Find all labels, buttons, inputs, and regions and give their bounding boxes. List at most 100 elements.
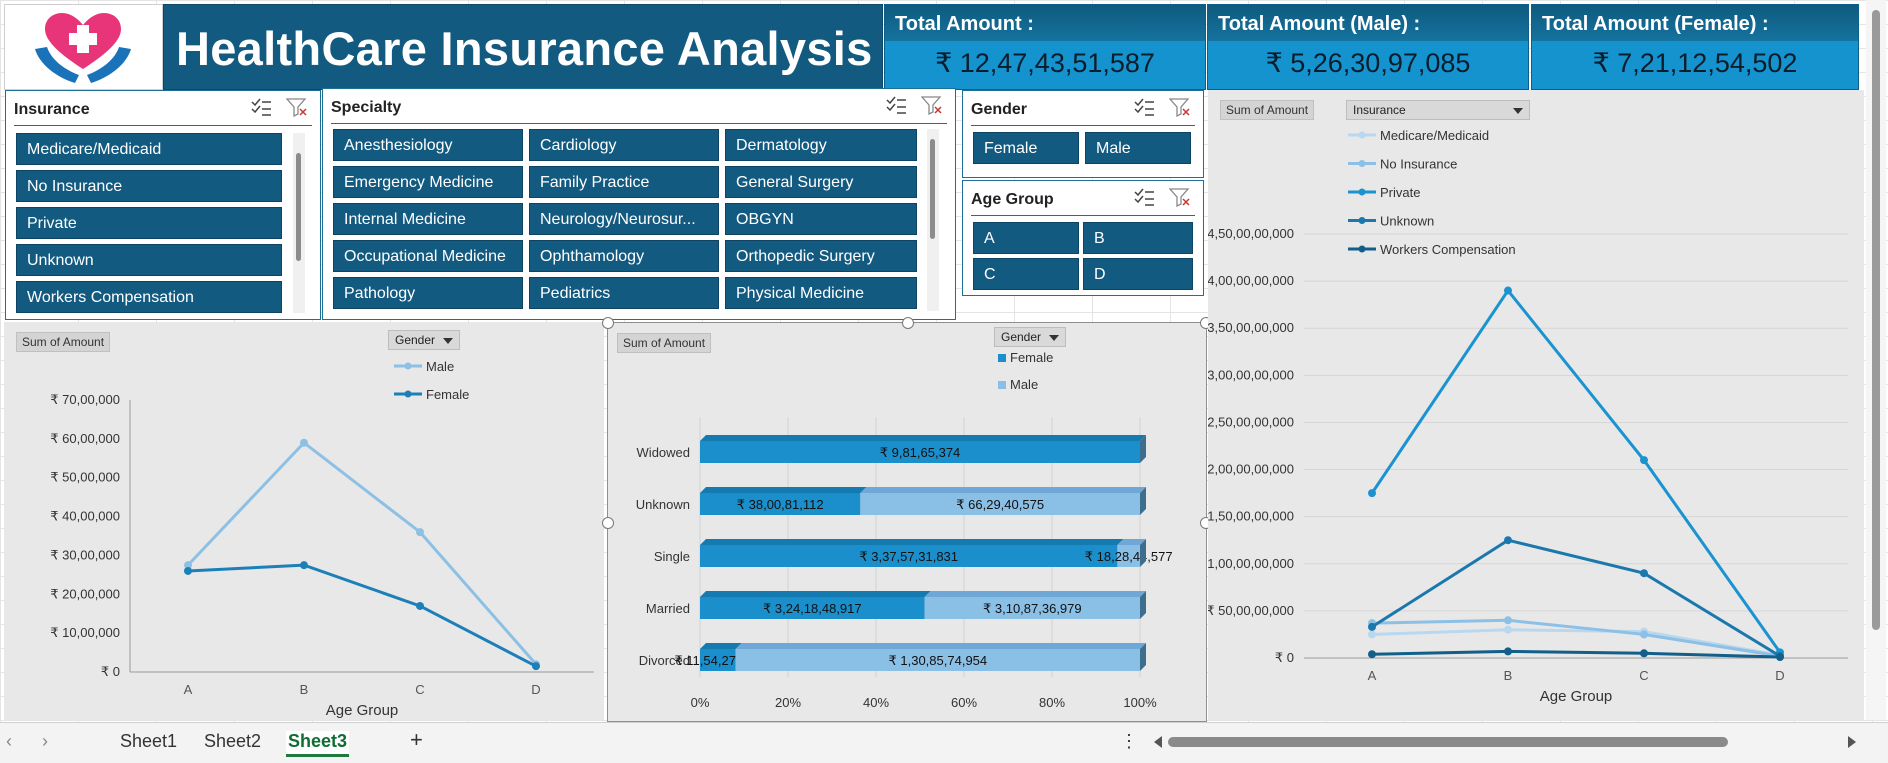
slicer-item-male[interactable]: Male (1085, 132, 1191, 164)
horizontal-scrollbar[interactable] (1150, 733, 1860, 751)
data-label: ₹ 3,10,87,36,979 (983, 601, 1082, 616)
slicer-item-unknown[interactable]: Unknown (16, 244, 282, 276)
y-tick-label: ₹ 4,50,00,00,000 (1208, 226, 1294, 241)
slicer-item-specialty[interactable]: Anesthesiology (333, 129, 523, 161)
legend-swatch (998, 354, 1006, 362)
age-group-slicer[interactable]: Age Group A B C D (962, 180, 1204, 296)
slicer-item-female[interactable]: Female (973, 132, 1079, 164)
slicer-item-specialty[interactable]: Physical Medicine (725, 277, 917, 309)
y-tick-label: ₹ 1,50,00,00,000 (1208, 509, 1294, 524)
slicer-scrollbar[interactable] (927, 129, 939, 311)
add-sheet-button[interactable]: + (410, 727, 423, 753)
x-axis-title: Age Group (1540, 688, 1613, 705)
tab-sheet1[interactable]: Sheet1 (120, 731, 177, 752)
vertical-scroll-thumb[interactable] (1872, 10, 1880, 630)
marital-status-bar-chart[interactable]: Sum of Amount Gender 0% 20% 40% 60% 80% 100% W… (602, 317, 1212, 722)
data-point (184, 566, 192, 575)
y-tick-label: ₹ 4,00,00,00,000 (1208, 273, 1294, 288)
more-options-icon[interactable]: ⋮ (1120, 731, 1138, 752)
bar-top (700, 487, 867, 493)
kpi-total-amount: Total Amount : ₹ 12,47,43,51,587 (884, 4, 1206, 90)
slicer-item-age-c[interactable]: C (973, 258, 1079, 290)
slicer-item-specialty[interactable]: Occupational Medicine (333, 240, 523, 272)
category-label: Married (646, 601, 690, 616)
slicer-item-age-a[interactable]: A (973, 222, 1079, 254)
multi-select-icon[interactable] (1133, 187, 1155, 207)
data-label: ₹ 1,30,85,74,954 (889, 653, 988, 668)
clear-filter-icon[interactable] (285, 97, 308, 118)
slicer-item-age-d[interactable]: D (1083, 258, 1193, 290)
x-tick-label: C (1639, 668, 1648, 683)
clear-filter-icon[interactable] (1168, 187, 1191, 208)
slicer-item-workers-comp[interactable]: Workers Compensation (16, 281, 282, 313)
legend-label: Female (426, 387, 469, 402)
data-point (1640, 630, 1648, 639)
clear-filter-icon[interactable] (920, 95, 943, 116)
legend-marker (404, 390, 412, 398)
data-label: ₹ 3,24,18,48,917 (763, 601, 862, 616)
slicer-item-specialty[interactable]: OBGYN (725, 203, 917, 235)
insurance-line-chart[interactable]: Sum of Amount Insurance ₹ 0 ₹ 50,00,00,00… (1208, 90, 1864, 720)
slicer-scrollbar[interactable] (293, 133, 305, 313)
resize-handle[interactable] (602, 517, 614, 529)
data-point (1504, 647, 1512, 656)
resize-handle[interactable] (602, 317, 614, 329)
x-tick-label: D (531, 682, 540, 697)
tab-sheet3[interactable]: Sheet3 (286, 731, 350, 757)
legend-label: Male (1010, 377, 1038, 392)
data-point (1504, 625, 1512, 634)
gender-line-chart[interactable]: Sum of Amount Gender ₹ 0 ₹ 10,00,000 ₹ 20,… (4, 322, 604, 720)
slicer-item-specialty[interactable]: Ophthamology (529, 240, 719, 272)
category-label: Unknown (636, 497, 690, 512)
tab-sheet2[interactable]: Sheet2 (204, 731, 261, 752)
vertical-scrollbar[interactable] (1866, 0, 1886, 720)
legend-marker (1358, 217, 1366, 224)
slicer-item-specialty[interactable]: Internal Medicine (333, 203, 523, 235)
resize-handle[interactable] (902, 317, 914, 329)
slicer-item-specialty[interactable]: Pediatrics (529, 277, 719, 309)
slicer-item-age-b[interactable]: B (1083, 222, 1193, 254)
slicer-item-specialty[interactable]: Emergency Medicine (333, 166, 523, 198)
chart-plot: ₹ 0 ₹ 10,00,000 ₹ 20,00,000 ₹ 30,00,000 ₹ 40… (50, 359, 594, 719)
data-point (1504, 286, 1512, 295)
legend-marker (1358, 245, 1366, 253)
slicer-item-private[interactable]: Private (16, 207, 282, 239)
data-point (1368, 489, 1376, 498)
logo (4, 4, 163, 90)
slicer-item-specialty[interactable]: Neurology/Neurosur... (529, 203, 719, 235)
kpi-value: ₹ 12,47,43,51,587 (935, 48, 1155, 78)
x-tick-label: C (415, 682, 424, 697)
slicer-item-specialty[interactable]: Pathology (333, 277, 523, 309)
slicer-title: Specialty (331, 99, 402, 116)
legend-label: Female (1010, 350, 1053, 365)
gender-slicer[interactable]: Gender Female Male (962, 90, 1204, 178)
slicer-scroll-thumb[interactable] (930, 139, 935, 239)
sheet-tab-bar: ‹ › Sheet1 Sheet2 Sheet3 + ⋮ (0, 722, 1888, 763)
bar-top (700, 435, 1146, 441)
data-point (1640, 456, 1648, 465)
x-tick-label: 20% (775, 695, 801, 710)
legend-label: Male (426, 359, 454, 374)
slicer-item-specialty[interactable]: General Surgery (725, 166, 917, 198)
prev-sheet-button[interactable]: ‹ (6, 731, 12, 752)
chart-plot: 0% 20% 40% 60% 80% 100% Widowed ₹ 9,81,65,374 Un… (636, 350, 1173, 710)
slicer-item-specialty[interactable]: Dermatology (725, 129, 917, 161)
slicer-item-medicare[interactable]: Medicare/Medicaid (16, 133, 282, 165)
multi-select-icon[interactable] (1133, 97, 1155, 117)
bar-top (700, 591, 931, 597)
multi-select-icon[interactable] (250, 97, 272, 117)
slicer-item-no-insurance[interactable]: No Insurance (16, 170, 282, 202)
slicer-scroll-thumb[interactable] (296, 153, 301, 261)
slicer-item-specialty[interactable]: Orthopedic Surgery (725, 240, 917, 272)
multi-select-icon[interactable] (885, 95, 907, 115)
slicer-item-specialty[interactable]: Cardiology (529, 129, 719, 161)
data-point (532, 662, 540, 671)
x-tick-label: 60% (951, 695, 977, 710)
next-sheet-button[interactable]: › (42, 731, 48, 752)
bar-top (700, 539, 1124, 545)
data-point (1640, 569, 1648, 578)
clear-filter-icon[interactable] (1168, 97, 1191, 118)
insurance-slicer[interactable]: Insurance Medicare/Medicaid No Insurance… (5, 90, 321, 320)
specialty-slicer[interactable]: Specialty Anesthesiology Cardiology Derm… (322, 88, 956, 320)
slicer-item-specialty[interactable]: Family Practice (529, 166, 719, 198)
